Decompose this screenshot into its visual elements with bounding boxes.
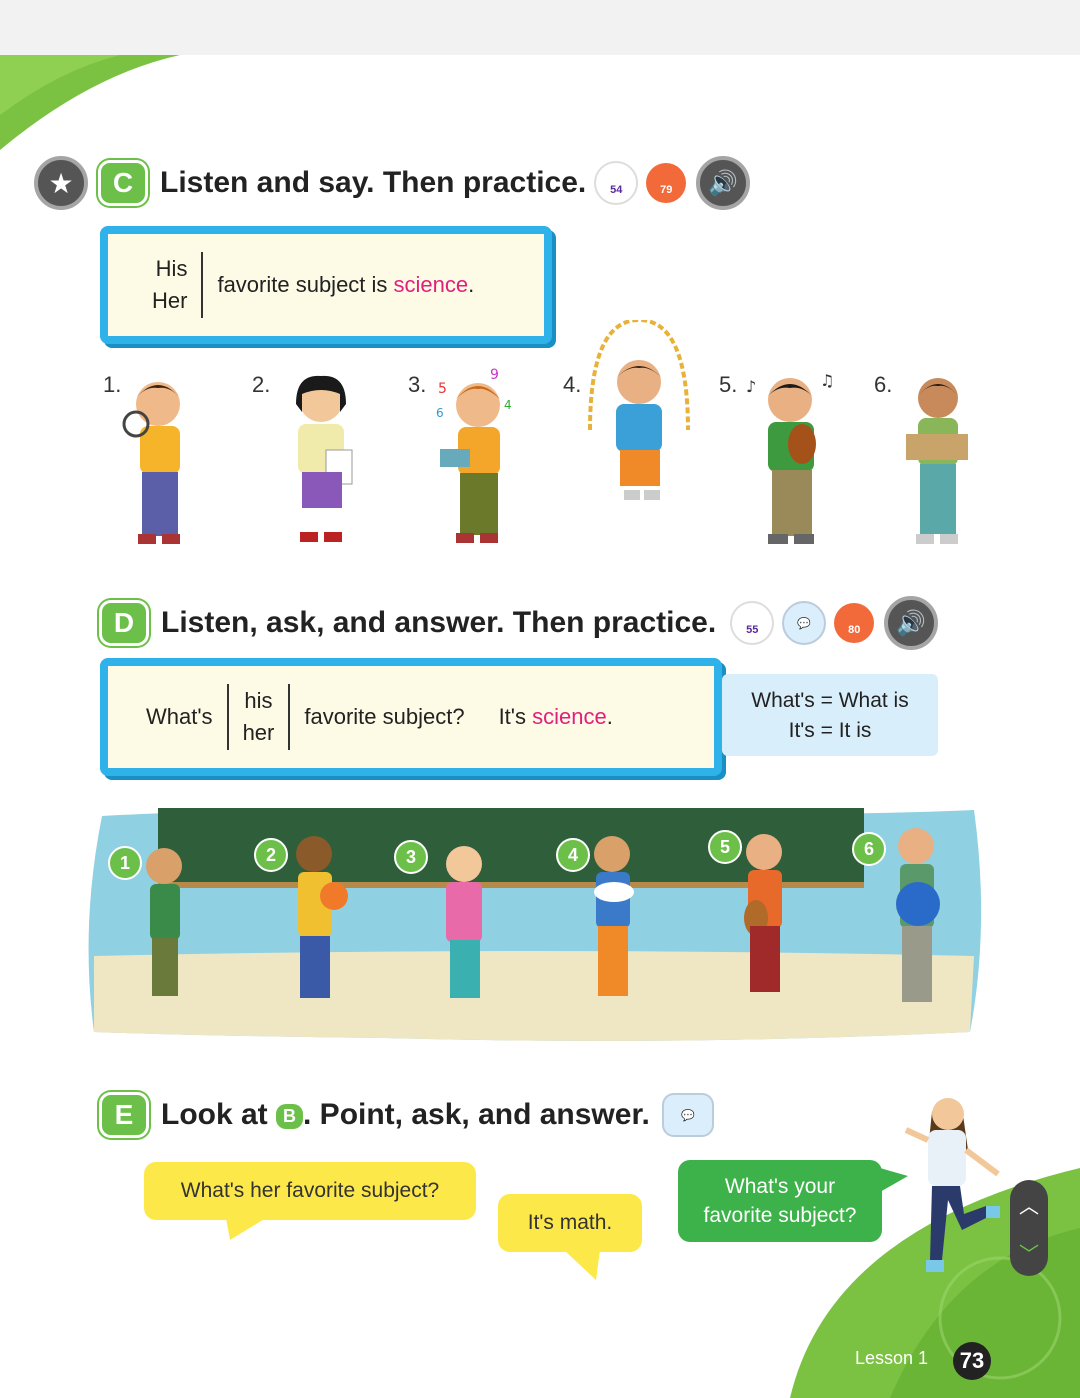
svg-text:5: 5 <box>438 381 447 397</box>
grammar-sentence: favorite subject is science. <box>217 272 474 298</box>
scene-number: 4 <box>556 838 590 872</box>
cd-icon[interactable]: 55 <box>730 601 775 645</box>
section-c-header: ★ C Listen and say. Then practice. 54 79… <box>34 156 751 210</box>
figure-number: 6. <box>874 372 893 397</box>
textbook-page: ★ C Listen and say. Then practice. 54 79… <box>0 0 1080 1398</box>
divider <box>226 684 229 750</box>
highlight-word: science <box>393 272 469 297</box>
cd-icon[interactable]: 80 <box>834 603 875 643</box>
cd-track-55: 55 <box>746 624 759 636</box>
chat-icon[interactable]: 💬 <box>782 601 827 645</box>
lesson-label: Lesson 1 <box>855 1348 929 1368</box>
boy-with-numbers-illustration: 5 9 6 4 <box>436 367 512 543</box>
section-c-instruction: Listen and say. Then practice. <box>160 166 587 199</box>
divider <box>288 684 291 750</box>
pronoun-her: Her <box>152 288 188 313</box>
instruction-pre: Look at <box>161 1098 277 1131</box>
boy-with-violin-illustration: ♪ ♫ <box>746 372 834 544</box>
pronoun-column: His Her <box>152 253 187 317</box>
chat-icon[interactable]: 💬 <box>661 1093 714 1137</box>
chevron-down-icon[interactable]: ﹀ <box>1019 1238 1039 1267</box>
contraction-its: It's = It is <box>788 719 872 742</box>
question-start: What's <box>146 704 213 729</box>
scene-number: 5 <box>708 830 742 864</box>
cd-track-54: 54 <box>610 184 623 196</box>
scene-number: 2 <box>254 838 288 872</box>
speech-bubble-answer: It's math. <box>498 1194 642 1252</box>
scene-number: 1 <box>108 846 142 880</box>
speaker-icon[interactable]: 🔊 <box>696 156 751 210</box>
speaker-icon[interactable]: 🔊 <box>884 596 939 650</box>
section-e-header: E Look at B. Point, ask, and answer. 💬 <box>99 1092 714 1138</box>
cd-track-80: 80 <box>848 624 861 636</box>
sentence-end: . <box>468 272 475 297</box>
star-icon[interactable]: ★ <box>34 156 88 210</box>
answer-end: . <box>606 704 613 729</box>
ref-letter-b: B <box>276 1103 304 1129</box>
student-3 <box>446 846 482 998</box>
girl-jumping-rope-illustration <box>588 320 690 500</box>
section-d-instruction: Listen, ask, and answer. Then practice. <box>161 606 717 639</box>
page-number: 73 <box>953 1342 991 1380</box>
svg-text:4: 4 <box>504 398 512 412</box>
section-d-header: D Listen, ask, and answer. Then practice… <box>99 596 939 650</box>
sentence-text: favorite subject is <box>217 272 394 297</box>
scene-number: 3 <box>394 840 428 874</box>
scene-number: 6 <box>852 832 886 866</box>
svg-text:9: 9 <box>490 367 499 383</box>
figure-number: 5. <box>719 372 738 397</box>
figure-number: 4. <box>563 372 582 397</box>
answer: It's science. <box>499 704 613 730</box>
section-e-instruction: Look at B. Point, ask, and answer. <box>161 1098 650 1132</box>
pronoun-his: His <box>155 256 188 281</box>
pronoun-column: his her <box>243 685 275 749</box>
pronoun-her: her <box>242 720 275 745</box>
chevron-up-icon[interactable]: ︿ <box>1019 1190 1039 1219</box>
section-c-letter: C <box>98 160 148 206</box>
highlight-word: science <box>532 704 607 729</box>
section-e-letter: E <box>99 1092 149 1138</box>
cd-icon[interactable]: 79 <box>646 163 687 203</box>
green-corner-decoration <box>0 55 180 150</box>
contraction-whats: What's = What is <box>751 689 909 712</box>
svg-text:♪: ♪ <box>746 377 756 396</box>
student-4 <box>594 836 634 996</box>
svg-text:♫: ♫ <box>820 372 834 390</box>
pronoun-his: his <box>244 688 273 713</box>
page-scroll-control: ︿ ﹀ <box>1010 1180 1048 1276</box>
instruction-post: . Point, ask, and answer. <box>303 1098 650 1131</box>
figure-number: 3. <box>408 372 427 397</box>
figure-number: 2. <box>252 372 271 397</box>
section-c-grammar-box: His Her favorite subject is science. <box>100 226 552 344</box>
girl-with-model-illustration <box>906 378 968 544</box>
cd-icon[interactable]: 54 <box>594 161 639 205</box>
section-d-grammar-box: What's his her favorite subject? It's sc… <box>100 658 722 776</box>
bubble-tail <box>564 1250 600 1280</box>
speech-bubble-question: What's her favorite subject? <box>144 1162 476 1220</box>
contraction-note: What's = What is It's = It is <box>722 674 938 756</box>
girl-jumping-illustration <box>904 1098 1000 1272</box>
top-margin <box>0 0 1080 55</box>
question-end: favorite subject? <box>304 704 465 729</box>
boy-with-magnifier-illustration <box>122 382 180 544</box>
bubble-tail <box>226 1218 266 1240</box>
section-d-letter: D <box>99 600 149 646</box>
cd-track-79: 79 <box>660 184 673 196</box>
svg-text:6: 6 <box>436 406 444 420</box>
girl-with-paper-illustration <box>296 375 353 542</box>
answer-start: It's <box>498 704 533 729</box>
divider <box>201 252 204 318</box>
